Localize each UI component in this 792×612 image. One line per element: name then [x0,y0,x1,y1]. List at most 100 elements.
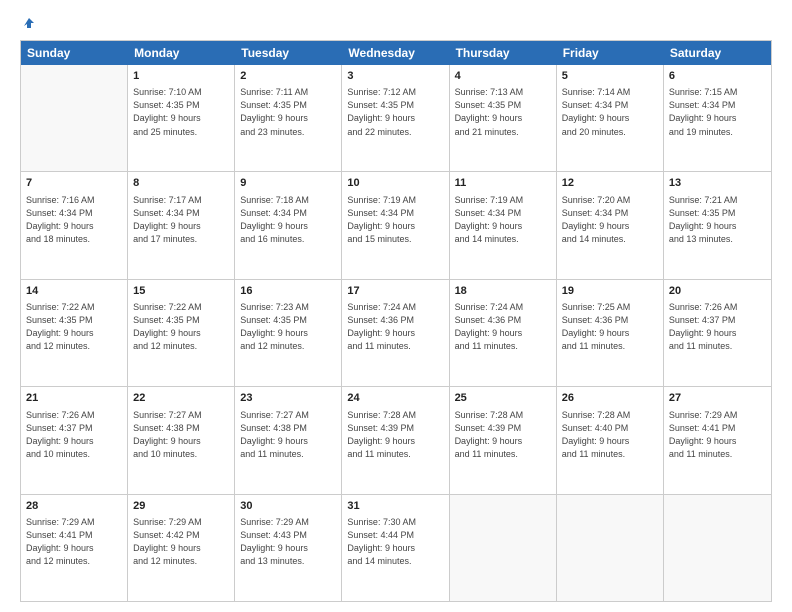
calendar-row: 21 Sunrise: 7:26 AM Sunset: 4:37 PM Dayli… [21,387,771,494]
weekday-header: Monday [128,41,235,65]
weekday-header: Tuesday [235,41,342,65]
day-number: 21 [26,391,122,406]
day-info: Sunrise: 7:16 AM Sunset: 4:34 PM Dayligh… [26,194,122,246]
calendar-cell: 11 Sunrise: 7:19 AM Sunset: 4:34 PM Dayli… [450,172,557,278]
calendar-cell: 19 Sunrise: 7:25 AM Sunset: 4:36 PM Dayli… [557,280,664,386]
day-info: Sunrise: 7:29 AM Sunset: 4:43 PM Dayligh… [240,516,336,568]
weekday-header: Wednesday [342,41,449,65]
day-info: Sunrise: 7:12 AM Sunset: 4:35 PM Dayligh… [347,86,443,138]
calendar-cell: 13 Sunrise: 7:21 AM Sunset: 4:35 PM Dayli… [664,172,771,278]
calendar-cell: 24 Sunrise: 7:28 AM Sunset: 4:39 PM Dayli… [342,387,449,493]
day-number: 24 [347,391,443,406]
calendar-row: 1 Sunrise: 7:10 AM Sunset: 4:35 PM Daylig… [21,65,771,172]
calendar-header: SundayMondayTuesdayWednesdayThursdayFrid… [21,41,771,65]
day-info: Sunrise: 7:19 AM Sunset: 4:34 PM Dayligh… [347,194,443,246]
day-info: Sunrise: 7:30 AM Sunset: 4:44 PM Dayligh… [347,516,443,568]
calendar-cell: 15Sunrise: 7:22 AM Sunset: 4:35 PM Dayli… [128,280,235,386]
calendar-cell: 17Sunrise: 7:24 AM Sunset: 4:36 PM Dayli… [342,280,449,386]
day-number: 4 [455,69,551,84]
day-info: Sunrise: 7:11 AM Sunset: 4:35 PM Dayligh… [240,86,336,138]
day-info: Sunrise: 7:13 AM Sunset: 4:35 PM Dayligh… [455,86,551,138]
day-info: Sunrise: 7:27 AM Sunset: 4:38 PM Dayligh… [240,409,336,461]
day-info: Sunrise: 7:29 AM Sunset: 4:41 PM Dayligh… [669,409,766,461]
calendar-cell: 22Sunrise: 7:27 AM Sunset: 4:38 PM Dayli… [128,387,235,493]
calendar-row: 14 Sunrise: 7:22 AM Sunset: 4:35 PM Dayli… [21,280,771,387]
day-number: 13 [669,176,766,191]
day-info: Sunrise: 7:26 AM Sunset: 4:37 PM Dayligh… [26,409,122,461]
weekday-header: Saturday [664,41,771,65]
day-number: 18 [455,284,551,299]
calendar-cell: 26 Sunrise: 7:28 AM Sunset: 4:40 PM Dayli… [557,387,664,493]
weekday-header: Thursday [450,41,557,65]
day-number: 23 [240,391,336,406]
day-number: 28 [26,499,122,514]
day-info: Sunrise: 7:21 AM Sunset: 4:35 PM Dayligh… [669,194,766,246]
day-info: Sunrise: 7:26 AM Sunset: 4:37 PM Dayligh… [669,301,766,353]
day-info: Sunrise: 7:10 AM Sunset: 4:35 PM Dayligh… [133,86,229,138]
day-number: 16 [240,284,336,299]
day-info: Sunrise: 7:17 AM Sunset: 4:34 PM Dayligh… [133,194,229,246]
calendar-cell: 31 Sunrise: 7:30 AM Sunset: 4:44 PM Dayli… [342,495,449,601]
day-info: Sunrise: 7:25 AM Sunset: 4:36 PM Dayligh… [562,301,658,353]
day-info: Sunrise: 7:19 AM Sunset: 4:34 PM Dayligh… [455,194,551,246]
day-number: 20 [669,284,766,299]
calendar-cell: 25 Sunrise: 7:28 AM Sunset: 4:39 PM Dayli… [450,387,557,493]
day-number: 15 [133,284,229,299]
calendar-cell: 8 Sunrise: 7:17 AM Sunset: 4:34 PM Daylig… [128,172,235,278]
calendar-row: 7 Sunrise: 7:16 AM Sunset: 4:34 PM Daylig… [21,172,771,279]
day-info: Sunrise: 7:29 AM Sunset: 4:41 PM Dayligh… [26,516,122,568]
day-number: 17 [347,284,443,299]
calendar-cell: 5 Sunrise: 7:14 AM Sunset: 4:34 PM Daylig… [557,65,664,171]
header [20,18,772,32]
calendar-cell: 28 Sunrise: 7:29 AM Sunset: 4:41 PM Dayli… [21,495,128,601]
calendar-cell: 14 Sunrise: 7:22 AM Sunset: 4:35 PM Dayli… [21,280,128,386]
calendar-cell: 4 Sunrise: 7:13 AM Sunset: 4:35 PM Daylig… [450,65,557,171]
weekday-header: Friday [557,41,664,65]
day-number: 31 [347,499,443,514]
day-info: Sunrise: 7:28 AM Sunset: 4:40 PM Dayligh… [562,409,658,461]
day-number: 5 [562,69,658,84]
calendar-cell: 3Sunrise: 7:12 AM Sunset: 4:35 PM Daylig… [342,65,449,171]
day-number: 27 [669,391,766,406]
day-number: 26 [562,391,658,406]
day-info: Sunrise: 7:28 AM Sunset: 4:39 PM Dayligh… [347,409,443,461]
calendar-cell: 12 Sunrise: 7:20 AM Sunset: 4:34 PM Dayli… [557,172,664,278]
calendar-cell: 16 Sunrise: 7:23 AM Sunset: 4:35 PM Dayli… [235,280,342,386]
calendar-cell: 20 Sunrise: 7:26 AM Sunset: 4:37 PM Dayli… [664,280,771,386]
calendar-cell: 18 Sunrise: 7:24 AM Sunset: 4:36 PM Dayli… [450,280,557,386]
calendar-cell: 21 Sunrise: 7:26 AM Sunset: 4:37 PM Dayli… [21,387,128,493]
day-number: 10 [347,176,443,191]
calendar-cell: 27 Sunrise: 7:29 AM Sunset: 4:41 PM Dayli… [664,387,771,493]
calendar-row: 28 Sunrise: 7:29 AM Sunset: 4:41 PM Dayli… [21,495,771,601]
day-number: 14 [26,284,122,299]
calendar-cell: 29Sunrise: 7:29 AM Sunset: 4:42 PM Dayli… [128,495,235,601]
day-number: 19 [562,284,658,299]
day-info: Sunrise: 7:23 AM Sunset: 4:35 PM Dayligh… [240,301,336,353]
calendar-cell [664,495,771,601]
calendar: SundayMondayTuesdayWednesdayThursdayFrid… [20,40,772,602]
day-number: 8 [133,176,229,191]
day-number: 25 [455,391,551,406]
day-info: Sunrise: 7:14 AM Sunset: 4:34 PM Dayligh… [562,86,658,138]
day-number: 22 [133,391,229,406]
calendar-cell: 9 Sunrise: 7:18 AM Sunset: 4:34 PM Daylig… [235,172,342,278]
day-info: Sunrise: 7:22 AM Sunset: 4:35 PM Dayligh… [26,301,122,353]
day-number: 11 [455,176,551,191]
day-number: 1 [133,69,229,84]
day-info: Sunrise: 7:18 AM Sunset: 4:34 PM Dayligh… [240,194,336,246]
calendar-cell [557,495,664,601]
day-info: Sunrise: 7:24 AM Sunset: 4:36 PM Dayligh… [455,301,551,353]
day-number: 7 [26,176,122,191]
calendar-cell [450,495,557,601]
day-info: Sunrise: 7:20 AM Sunset: 4:34 PM Dayligh… [562,194,658,246]
weekday-header: Sunday [21,41,128,65]
page: SundayMondayTuesdayWednesdayThursdayFrid… [0,0,792,612]
day-info: Sunrise: 7:28 AM Sunset: 4:39 PM Dayligh… [455,409,551,461]
calendar-cell: 7 Sunrise: 7:16 AM Sunset: 4:34 PM Daylig… [21,172,128,278]
logo [20,18,36,32]
day-number: 29 [133,499,229,514]
calendar-cell: 6Sunrise: 7:15 AM Sunset: 4:34 PM Daylig… [664,65,771,171]
day-number: 9 [240,176,336,191]
logo-icon [22,16,36,30]
day-number: 12 [562,176,658,191]
